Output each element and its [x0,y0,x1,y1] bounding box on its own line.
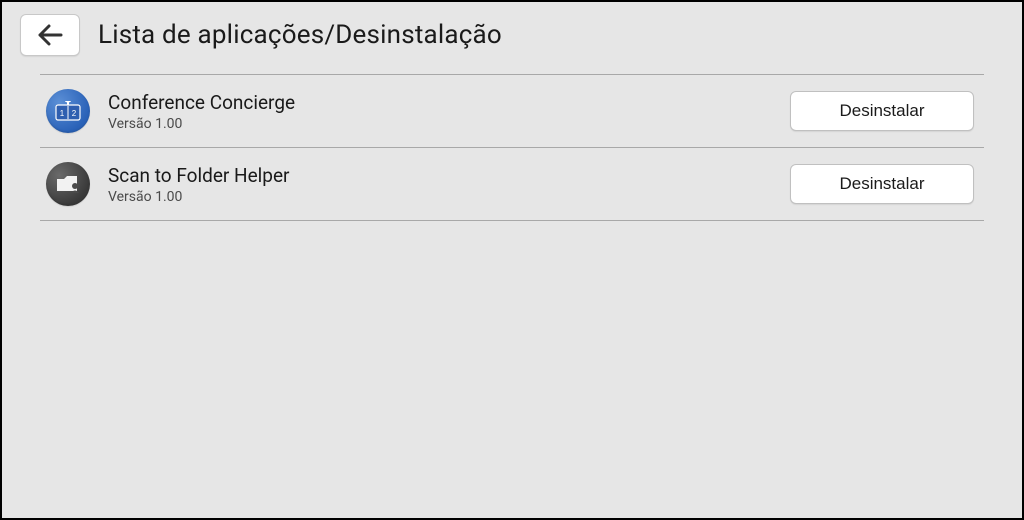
back-button[interactable] [20,14,80,56]
arrow-left-icon [37,24,63,46]
screen: Lista de aplicações/Desinstalação 1 2 Co… [2,2,1022,518]
folder-person-icon [55,173,81,195]
app-icon-scan [46,162,90,206]
app-icon-conference: 1 2 [46,89,90,133]
app-list: 1 2 Conference Concierge Versão 1.00 Des… [40,74,984,221]
page-title: Lista de aplicações/Desinstalação [98,20,502,50]
svg-text:2: 2 [72,109,77,118]
conference-icon: 1 2 [55,101,81,121]
uninstall-button[interactable]: Desinstalar [790,164,974,204]
app-name: Scan to Folder Helper [108,164,790,187]
uninstall-button[interactable]: Desinstalar [790,91,974,131]
app-text: Scan to Folder Helper Versão 1.00 [108,164,790,205]
header: Lista de aplicações/Desinstalação [2,2,1022,74]
app-row: Scan to Folder Helper Versão 1.00 Desins… [40,148,984,221]
app-row: 1 2 Conference Concierge Versão 1.00 Des… [40,75,984,148]
app-text: Conference Concierge Versão 1.00 [108,91,790,132]
app-name: Conference Concierge [108,91,790,114]
svg-text:1: 1 [60,109,65,118]
app-version: Versão 1.00 [108,116,790,132]
app-version: Versão 1.00 [108,189,790,205]
